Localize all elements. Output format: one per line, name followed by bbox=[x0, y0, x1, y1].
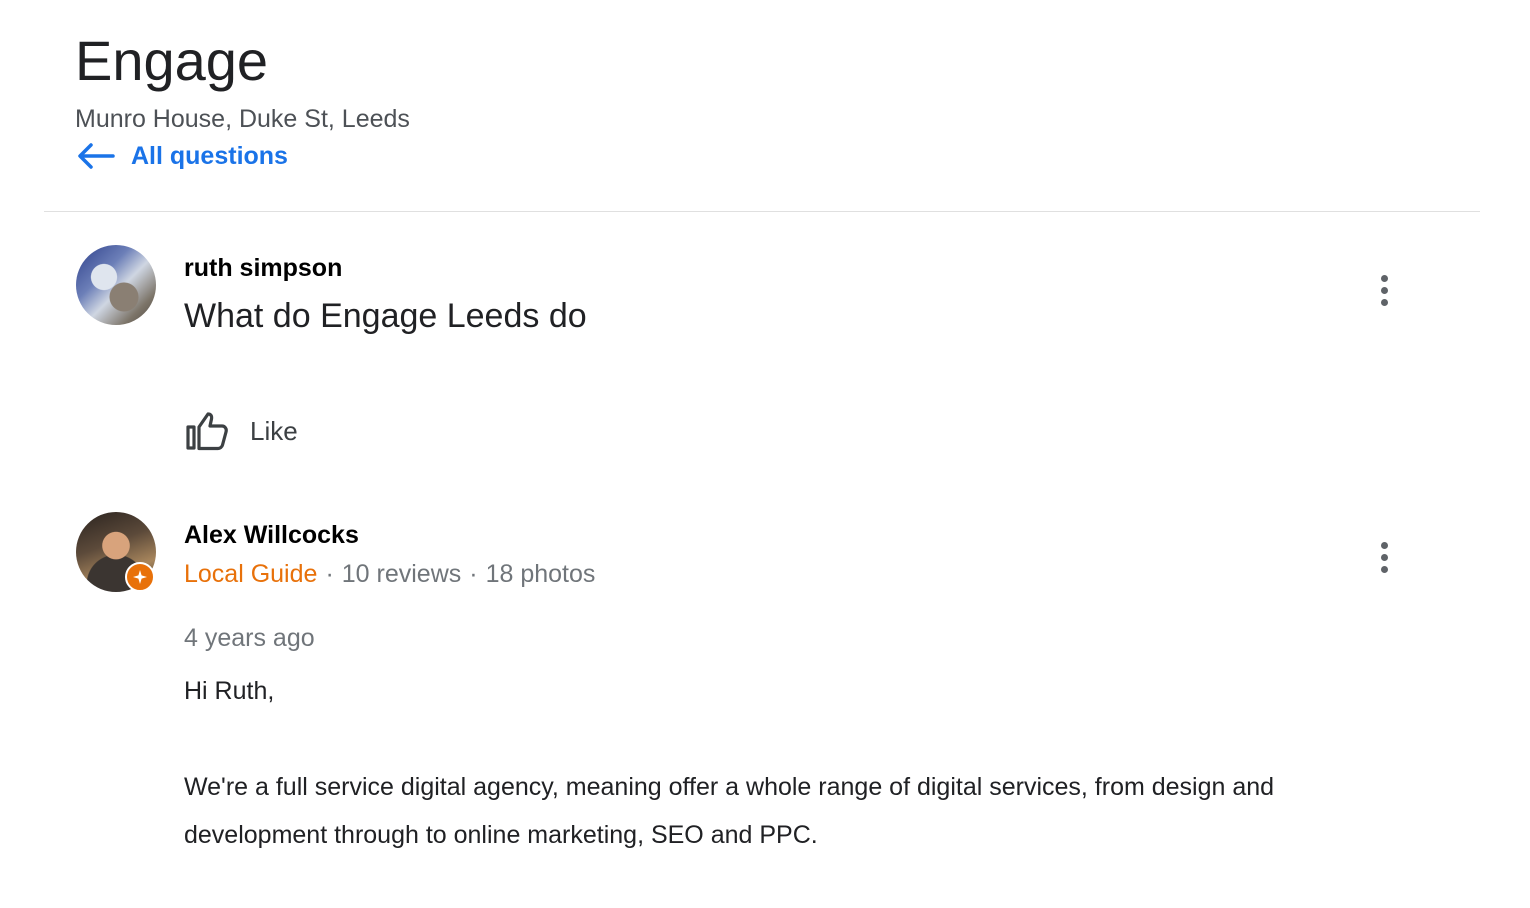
star-icon bbox=[133, 570, 147, 584]
answer-text: Hi Ruth, We're a full service digital ag… bbox=[184, 667, 1344, 859]
answer-more-button[interactable] bbox=[1364, 535, 1404, 579]
all-questions-label: All questions bbox=[131, 141, 288, 170]
like-button[interactable]: Like bbox=[184, 410, 298, 452]
meta-separator: · bbox=[469, 560, 478, 588]
local-guide-label[interactable]: Local Guide bbox=[184, 560, 317, 588]
review-count: 10 reviews bbox=[341, 560, 462, 588]
place-header: Engage Munro House, Duke St, Leeds bbox=[75, 30, 410, 134]
answer-body: We're a full service digital agency, mea… bbox=[184, 773, 1275, 849]
answer-author-name[interactable]: Alex Willcocks bbox=[184, 521, 359, 550]
place-address: Munro House, Duke St, Leeds bbox=[75, 105, 410, 133]
more-vert-icon bbox=[1380, 274, 1388, 282]
like-label: Like bbox=[250, 415, 298, 446]
answer-author-meta: Local Guide · 10 reviews · 18 photos bbox=[184, 560, 595, 589]
question-more-button[interactable] bbox=[1364, 268, 1404, 312]
local-guide-badge-icon bbox=[125, 562, 155, 592]
question-text: What do Engage Leeds do bbox=[184, 297, 587, 335]
question-author-avatar[interactable] bbox=[76, 245, 156, 325]
place-title: Engage bbox=[75, 29, 269, 92]
qa-page: Engage Munro House, Duke St, Leeds All q… bbox=[0, 0, 1530, 908]
arrow-left-icon bbox=[78, 143, 115, 169]
answer-greeting: Hi Ruth, bbox=[184, 677, 275, 705]
thumbs-up-icon bbox=[186, 412, 228, 451]
meta-separator: · bbox=[325, 560, 334, 588]
more-vert-icon bbox=[1380, 541, 1388, 549]
photo-count: 18 photos bbox=[485, 560, 596, 588]
answer-timestamp: 4 years ago bbox=[184, 624, 315, 652]
question-author-name[interactable]: ruth simpson bbox=[184, 254, 342, 283]
divider bbox=[44, 211, 1480, 212]
all-questions-link[interactable]: All questions bbox=[75, 140, 288, 172]
